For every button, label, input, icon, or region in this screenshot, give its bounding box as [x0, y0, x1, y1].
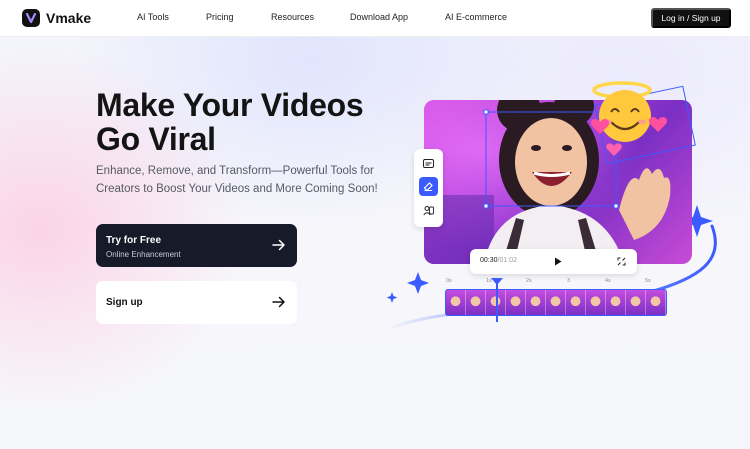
hero-title: Make Your Videos Go Viral: [96, 88, 406, 156]
timeline-tick: 2s: [526, 278, 532, 284]
hero-video-preview: [424, 100, 692, 264]
vmake-logo-icon: [22, 9, 40, 27]
filmstrip-frame: [446, 290, 466, 315]
filmstrip-frame: [586, 290, 606, 315]
top-nav: Vmake AI Tools Pricing Resources Downloa…: [0, 0, 750, 37]
playhead-handle[interactable]: [491, 278, 503, 285]
filmstrip-frame: [526, 290, 546, 315]
sparkle-icon: [386, 292, 398, 303]
brand-logo[interactable]: Vmake: [22, 9, 91, 27]
hero-title-line-1: Make Your Videos: [96, 87, 364, 123]
filmstrip-frame: [626, 290, 646, 315]
person-swap-tool-button[interactable]: [419, 201, 438, 220]
play-icon[interactable]: [554, 257, 562, 266]
halo-icon: [592, 81, 652, 99]
person-swap-icon: [423, 206, 434, 216]
sign-up-label: Sign up: [106, 297, 143, 308]
brand-name: Vmake: [46, 10, 92, 26]
timeline-playhead[interactable]: [496, 280, 498, 322]
editing-tool-panel: [414, 149, 443, 227]
video-filmstrip[interactable]: [445, 289, 667, 316]
nav-ai-ecommerce[interactable]: AI E-commerce: [445, 12, 507, 22]
nav-resources[interactable]: Resources: [271, 12, 314, 22]
filmstrip-frame: [466, 290, 486, 315]
filmstrip-frame: [606, 290, 626, 315]
nav-download-app[interactable]: Download App: [350, 12, 408, 22]
filmstrip-frame: [566, 290, 586, 315]
subtitle-tool-button[interactable]: [419, 154, 438, 173]
arrow-right-icon: [272, 296, 285, 308]
filmstrip-frame: [506, 290, 526, 315]
eraser-tool-button[interactable]: [419, 177, 438, 196]
timeline-tick: 5s: [645, 278, 651, 284]
filmstrip-frame: [546, 290, 566, 315]
playback-time: 00:30/01:02: [480, 257, 517, 264]
video-player-controls: 00:30/01:02: [470, 249, 637, 274]
hero-subtitle: Enhance, Remove, and Transform—Powerful …: [96, 165, 378, 195]
login-signup-button[interactable]: Log in / Sign up: [651, 8, 731, 28]
sparkle-icon: [407, 272, 429, 294]
nav-ai-tools[interactable]: AI Tools: [137, 12, 169, 22]
hero-title-line-2: Go Viral: [96, 121, 216, 157]
timeline-tick: 3: [567, 278, 571, 284]
nav-pricing[interactable]: Pricing: [206, 12, 234, 22]
arrow-right-icon: [272, 239, 285, 251]
eraser-icon: [423, 182, 433, 192]
timeline-tick: 4s: [605, 278, 611, 284]
filmstrip-frame: [646, 290, 666, 315]
creator-photo: [424, 100, 692, 264]
fullscreen-icon[interactable]: [617, 257, 626, 266]
sign-up-button[interactable]: Sign up: [96, 281, 297, 324]
timeline-tick: 0s: [446, 278, 452, 284]
duration: /01:02: [497, 257, 517, 264]
try-for-free-sublabel: Online Enhancement: [106, 250, 181, 259]
try-for-free-button[interactable]: Try for Free Online Enhancement: [96, 224, 297, 267]
subtitle-icon: [423, 159, 434, 168]
try-for-free-label: Try for Free: [106, 235, 162, 246]
current-time: 00:30: [480, 257, 498, 264]
